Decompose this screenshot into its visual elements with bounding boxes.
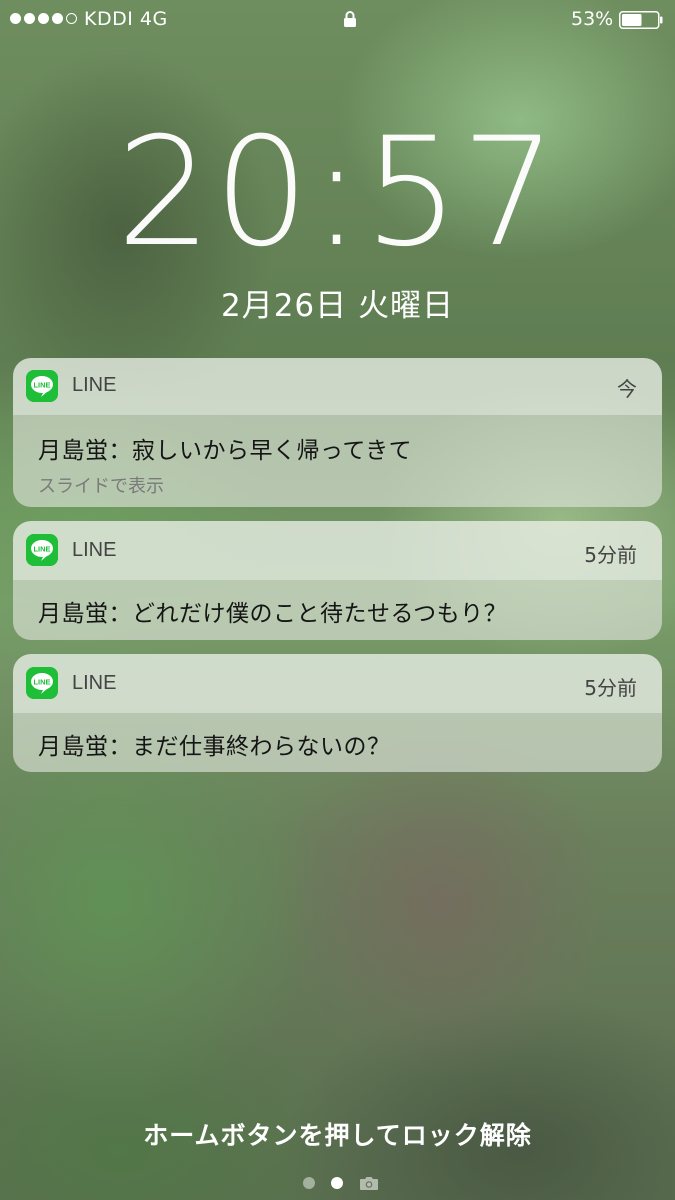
notification-card[interactable]: LINE LINE 今 月島蛍：寂しいから早く帰ってきて スライドで表示 bbox=[13, 358, 662, 507]
camera-icon[interactable] bbox=[359, 1175, 379, 1191]
line-app-icon: LINE bbox=[26, 667, 58, 699]
notification-app-name: LINE bbox=[72, 539, 117, 561]
line-app-icon-text: LINE bbox=[33, 381, 50, 390]
notification-app-name: LINE bbox=[72, 672, 117, 694]
signal-strength-indicator bbox=[10, 13, 77, 24]
notification-header: LINE LINE 今 bbox=[13, 358, 662, 414]
notification-message: 月島蛍：寂しいから早く帰ってきて bbox=[38, 438, 413, 464]
notification-header: LINE LINE 5分前 bbox=[13, 521, 662, 579]
notification-message: 月島蛍：まだ仕事終わらないの？ bbox=[38, 734, 391, 760]
unlock-hint: ホームボタンを押してロック解除 bbox=[143, 1121, 532, 1150]
notification-card[interactable]: LINE LINE 5分前 月島蛍：どれだけ僕のこと待たせるつもり？ bbox=[13, 521, 662, 640]
notification-app-name: LINE bbox=[72, 374, 117, 396]
signal-dot bbox=[52, 13, 63, 24]
line-app-icon: LINE bbox=[26, 370, 58, 402]
notification-time: 今 bbox=[617, 377, 637, 401]
notification-body: 月島蛍：まだ仕事終わらないの？ bbox=[13, 712, 662, 772]
signal-dot bbox=[24, 13, 35, 24]
notification-card[interactable]: LINE LINE 5分前 月島蛍：まだ仕事終わらないの？ bbox=[13, 654, 662, 772]
notification-time: 5分前 bbox=[584, 676, 637, 700]
carrier-label: KDDI 4G bbox=[84, 8, 168, 30]
signal-dot bbox=[38, 13, 49, 24]
slide-to-view-hint: スライドで表示 bbox=[38, 476, 164, 497]
lockscreen-date: 2月26日 火曜日 bbox=[220, 288, 455, 324]
battery-icon bbox=[619, 11, 663, 29]
notification-message: 月島蛍：どれだけ僕のこと待たせるつもり？ bbox=[38, 601, 508, 627]
notification-time: 5分前 bbox=[584, 543, 637, 567]
line-app-icon-text: LINE bbox=[33, 678, 50, 687]
notification-body: 月島蛍：寂しいから早く帰ってきて スライドで表示 bbox=[13, 414, 662, 507]
line-app-icon: LINE bbox=[26, 534, 58, 566]
notification-body: 月島蛍：どれだけ僕のこと待たせるつもり？ bbox=[13, 579, 662, 640]
status-bar: KDDI 4G 53% bbox=[0, 0, 675, 40]
page-dot[interactable] bbox=[303, 1177, 315, 1189]
lock-icon bbox=[344, 11, 356, 27]
battery-percentage: 53% bbox=[571, 8, 614, 30]
page-dot-current[interactable] bbox=[331, 1177, 343, 1189]
signal-dot-empty bbox=[66, 13, 77, 24]
signal-dot bbox=[10, 13, 21, 24]
notification-header: LINE LINE 5分前 bbox=[13, 654, 662, 712]
line-app-icon-text: LINE bbox=[33, 545, 50, 554]
lockscreen-clock: 20:57 bbox=[116, 106, 559, 280]
